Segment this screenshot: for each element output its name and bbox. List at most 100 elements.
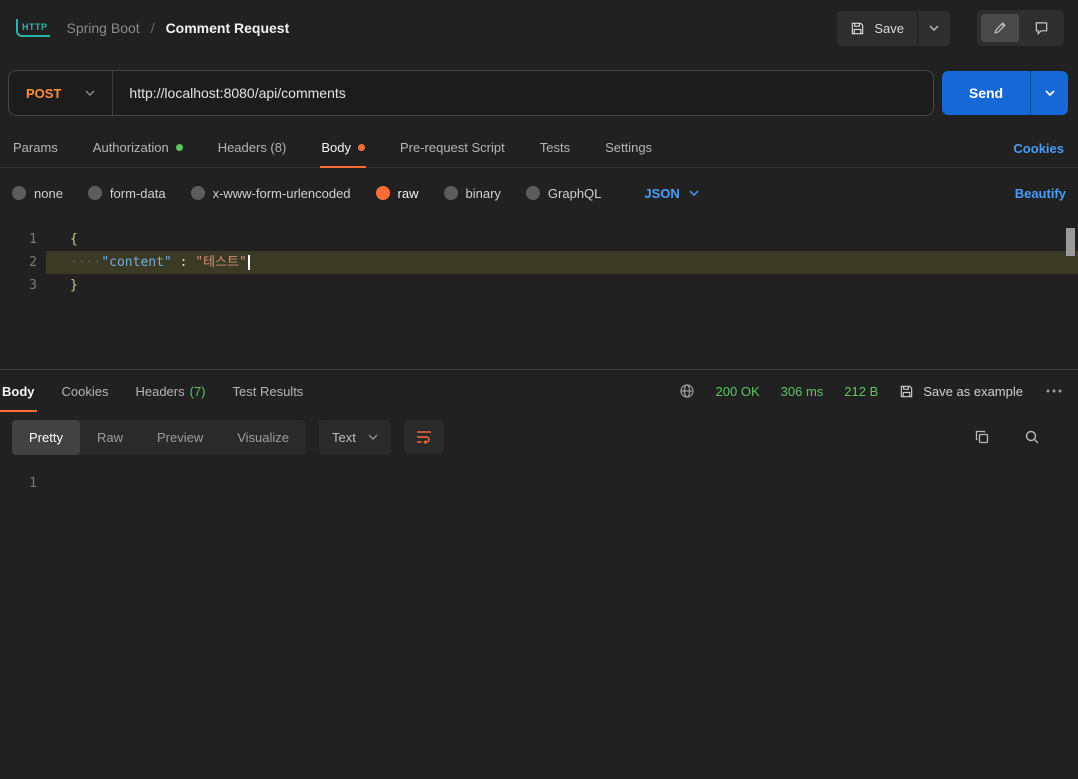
tab-body[interactable]: Body (320, 140, 366, 168)
beautify-link[interactable]: Beautify (1015, 186, 1066, 201)
response-tab-cookies[interactable]: Cookies (60, 370, 111, 412)
wrap-lines-button[interactable] (403, 420, 444, 454)
save-options-button[interactable] (918, 10, 950, 46)
body-type-raw-label: raw (397, 185, 419, 201)
body-type-graphql-label: GraphQL (547, 185, 602, 201)
response-format-selector[interactable]: Text (319, 419, 391, 455)
radio-button-selected (375, 186, 390, 200)
body-type-form-data[interactable]: form-data (87, 185, 166, 201)
body-type-x-www-form-urlencoded[interactable]: x-www-form-urlencoded (190, 185, 351, 201)
network-globe-icon[interactable] (679, 383, 695, 399)
body-type-form-data-label: form-data (109, 185, 166, 201)
code-line: 3 } (0, 274, 1078, 297)
view-tab-raw[interactable]: Raw (80, 420, 140, 455)
save-button[interactable]: Save (837, 10, 917, 46)
response-tab-headers[interactable]: Headers (7) (133, 370, 207, 412)
code-line: 1 (0, 472, 1078, 495)
response-tab-test-results-label: Test Results (232, 383, 304, 399)
response-meta: 200 OK 306 ms 212 B Save as example (679, 383, 1064, 399)
language-selector[interactable]: JSON (644, 185, 699, 201)
radio-button (525, 186, 540, 200)
tab-pre-request-script[interactable]: Pre-request Script (399, 140, 506, 167)
save-as-example-label: Save as example (923, 383, 1023, 399)
body-type-binary-label: binary (465, 185, 501, 201)
tab-settings[interactable]: Settings (604, 140, 653, 167)
body-type-graphql[interactable]: GraphQL (525, 185, 602, 201)
response-tab-body[interactable]: Body (0, 370, 37, 412)
language-label: JSON (644, 185, 680, 201)
comments-button[interactable] (1022, 14, 1060, 42)
view-tab-pretty[interactable]: Pretty (12, 419, 80, 455)
breadcrumb-request-name[interactable]: Comment Request (166, 20, 290, 36)
request-body-editor[interactable]: 1 { 2 ····"content" : "테스트" 3 } (0, 218, 1078, 370)
save-button-label: Save (874, 20, 904, 36)
text-cursor (247, 255, 250, 270)
response-format-label: Text (332, 429, 356, 445)
send-button[interactable]: Send (942, 71, 1030, 115)
search-response-button[interactable] (1022, 427, 1042, 447)
response-body-viewer[interactable]: 1 (0, 462, 1078, 495)
request-tabs-bar: Params Authorization Headers (8) Body Pr… (0, 132, 1078, 168)
view-tab-preview[interactable]: Preview (140, 420, 220, 455)
save-as-example-button[interactable]: Save as example (899, 384, 1023, 399)
breadcrumb-separator: / (150, 20, 155, 36)
body-type-urlencoded-label: x-www-form-urlencoded (212, 185, 351, 201)
response-size-badge[interactable]: 212 B (844, 384, 878, 399)
body-type-binary[interactable]: binary (443, 185, 501, 201)
tab-tests[interactable]: Tests (539, 140, 571, 167)
status-badge[interactable]: 200 OK (716, 384, 760, 399)
cookies-link[interactable]: Cookies (1013, 141, 1064, 167)
more-actions-button[interactable] (1044, 385, 1064, 397)
send-button-group: Send (942, 71, 1068, 115)
code-line: 1 { (0, 228, 1078, 251)
request-url-row: POST Send (0, 56, 1078, 132)
body-type-options-row: none form-data x-www-form-urlencoded raw… (0, 168, 1078, 218)
url-input[interactable] (113, 71, 933, 115)
tab-authorization[interactable]: Authorization (92, 140, 184, 167)
pencil-icon (993, 21, 1007, 35)
method-label: POST (26, 85, 62, 101)
chevron-down-icon (1044, 90, 1055, 96)
line-number: 3 (29, 278, 37, 293)
indent-whitespace-dots: ···· (70, 255, 102, 270)
http-request-icon: HTTP (16, 19, 50, 37)
json-colon: : (171, 255, 196, 270)
response-time-badge[interactable]: 306 ms (781, 384, 824, 399)
code-line-content: ····"content" : "테스트" (46, 251, 1078, 274)
top-bar-actions: Save (837, 10, 1064, 46)
tab-tests-label: Tests (539, 140, 571, 155)
tab-settings-label: Settings (605, 140, 653, 155)
radio-button (87, 186, 102, 200)
line-number: 1 (29, 476, 37, 491)
response-toolbar-right (972, 427, 1066, 447)
editor-scrollbar[interactable] (1066, 228, 1075, 256)
radio-button (443, 186, 458, 200)
json-string-value: "테스트" (195, 255, 247, 270)
response-tab-cookies-label: Cookies (61, 383, 109, 399)
json-open-brace: { (70, 232, 78, 247)
response-tab-headers-label: Headers (135, 383, 185, 399)
method-selector[interactable]: POST (9, 71, 112, 115)
chevron-down-icon (368, 434, 378, 440)
response-view-switcher: Pretty Raw Preview Visualize (12, 419, 307, 455)
code-line-content (46, 472, 1078, 495)
response-tabs-bar: Body Cookies Headers (7) Test Results 20… (0, 370, 1078, 412)
tab-headers[interactable]: Headers (8) (217, 140, 288, 167)
view-tab-visualize[interactable]: Visualize (220, 420, 306, 455)
request-tools-group (977, 10, 1064, 46)
body-type-none[interactable]: none (12, 186, 63, 201)
breadcrumb-collection[interactable]: Spring Boot (67, 20, 140, 36)
copy-response-button[interactable] (972, 427, 992, 447)
tab-params[interactable]: Params (12, 140, 59, 167)
code-line-content: { (46, 228, 1078, 251)
response-tab-test-results[interactable]: Test Results (231, 370, 306, 412)
send-options-button[interactable] (1030, 71, 1068, 115)
save-button-group: Save (837, 10, 950, 46)
response-tab-body-label: Body (2, 383, 35, 399)
copy-icon (974, 429, 990, 445)
body-type-raw[interactable]: raw (375, 185, 419, 201)
json-close-brace: } (70, 278, 78, 293)
edit-request-button[interactable] (981, 14, 1019, 42)
line-number: 1 (29, 232, 37, 247)
chevron-down-icon (929, 25, 939, 31)
